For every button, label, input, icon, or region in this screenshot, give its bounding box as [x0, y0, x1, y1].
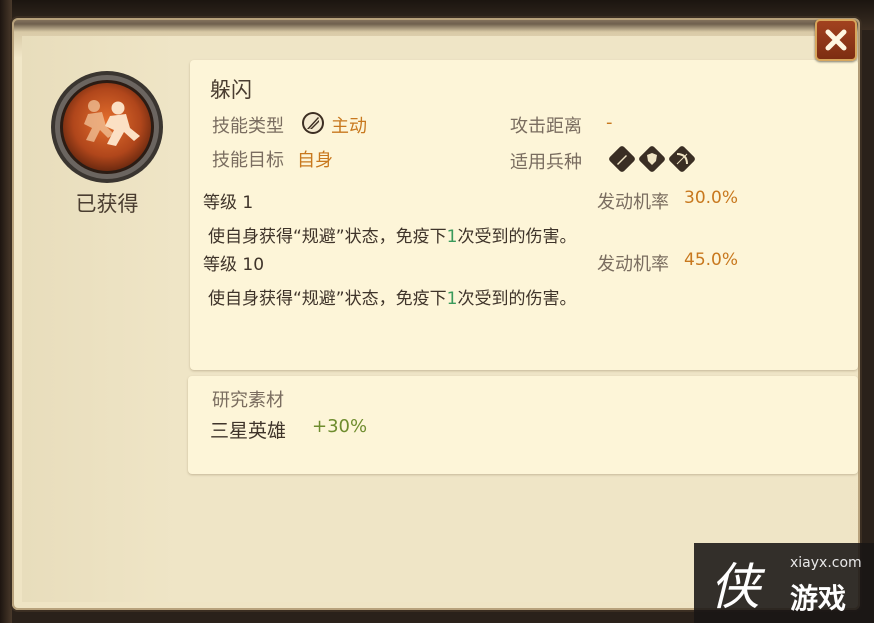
sword-icon — [607, 144, 637, 174]
research-item: 三星英雄 — [210, 420, 287, 442]
shield-icon — [637, 144, 667, 174]
attack-range-label: 攻击距离 — [510, 116, 582, 137]
research-bonus: +30% — [312, 416, 368, 437]
background-left — [0, 0, 12, 623]
research-title: 研究素材 — [212, 390, 284, 411]
attack-range-value: - — [606, 112, 613, 133]
dodge-skill-icon — [50, 70, 164, 184]
skill-target-value: 自身 — [297, 150, 333, 171]
skill-info-panel: 躲闪 技能类型 主动 攻击距离 - 技能目标 自身 适用兵种 等级 1 发动机率… — [190, 60, 858, 370]
level-10-label: 等级 10 — [203, 255, 265, 275]
level-1-description: 使自身获得“规避”状态，免疫下1次受到的伤害。 — [208, 227, 577, 247]
close-button[interactable] — [815, 19, 857, 61]
skill-type-label: 技能类型 — [212, 116, 284, 137]
active-skill-icon — [301, 111, 325, 135]
watermark-logo-char: 侠 — [710, 558, 760, 616]
skill-icon-column: 已获得 — [22, 36, 177, 602]
close-icon — [825, 29, 847, 51]
level-10-description: 使自身获得“规避”状态，免疫下1次受到的伤害。 — [208, 289, 577, 309]
dialog-body: 已获得 躲闪 技能类型 主动 攻击距离 - 技能目标 自身 适用兵种 等级 1 … — [22, 36, 858, 602]
trigger-rate-value-1: 30.0% — [684, 188, 739, 208]
skill-dialog: 已获得 躲闪 技能类型 主动 攻击距离 - 技能目标 自身 适用兵种 等级 1 … — [12, 18, 860, 610]
level-1-label: 等级 1 — [203, 193, 254, 213]
skill-target-label: 技能目标 — [212, 150, 284, 171]
trigger-rate-label-1: 发动机率 — [597, 192, 669, 213]
trigger-rate-label-10: 发动机率 — [597, 254, 669, 275]
skill-name: 躲闪 — [210, 78, 252, 102]
site-watermark: 侠 xiayx.com 游戏 — [694, 543, 874, 623]
skill-status: 已获得 — [75, 192, 139, 216]
skill-type-value: 主动 — [331, 116, 367, 137]
bow-icon — [667, 144, 697, 174]
trigger-rate-value-10: 45.0% — [684, 250, 739, 270]
watermark-site: xiayx.com — [790, 555, 862, 571]
research-panel: 研究素材 三星英雄 +30% — [188, 376, 858, 474]
unit-type-label: 适用兵种 — [510, 152, 582, 173]
watermark-brand: 游戏 — [790, 582, 847, 615]
